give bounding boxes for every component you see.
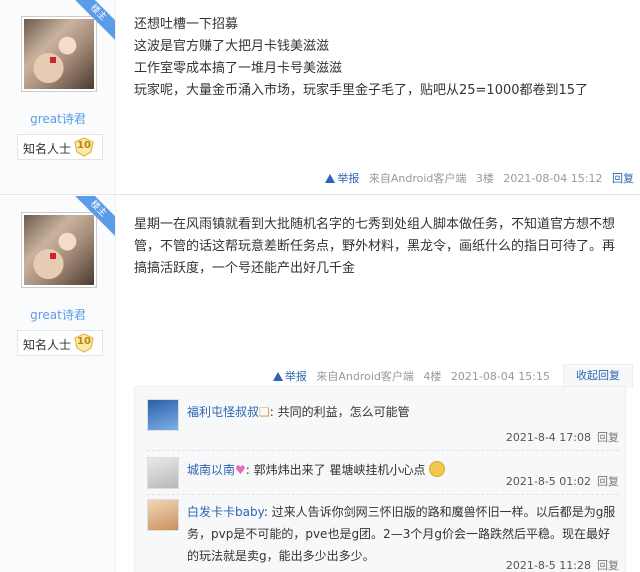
post-tail: 举报 来自Android客户端 4楼 2021-08-04 15:15: [272, 368, 550, 384]
author-sidebar: 楼主 great诗君 知名人士 10: [0, 196, 116, 572]
post-time: 2021-08-04 15:15: [450, 370, 550, 383]
floor-number: 3楼: [475, 172, 494, 185]
reply-meta: 2021-8-5 01:02 回复: [506, 473, 619, 489]
reply-item: 城南以南♥: 郭炜炜出来了 瞿塘峡挂机小心点 2021-8-5 01:02 回复: [147, 457, 619, 495]
report-label: 举报: [337, 172, 360, 185]
reply-time: 2021-8-5 01:02: [505, 475, 591, 488]
heart-icon: ♥: [235, 463, 246, 477]
username-link[interactable]: great诗君: [0, 110, 116, 127]
reply-link[interactable]: 回复: [597, 431, 619, 444]
smile-emoji-icon: [429, 461, 446, 477]
post-line: 工作室零成本搞了一堆月卡号美滋滋: [134, 61, 343, 76]
rank-title: 知名人士: [23, 142, 72, 156]
level-icon: 10: [73, 137, 95, 157]
username-link[interactable]: great诗君: [0, 306, 116, 323]
rank-title: 知名人士: [23, 338, 72, 352]
report-link[interactable]: 举报: [325, 172, 359, 185]
post-time: 2021-08-04 15:12: [503, 172, 603, 185]
reply-meta: 2021-8-5 11:28 回复: [506, 557, 619, 572]
emoji-icon: ❏: [259, 405, 270, 419]
reply-link[interactable]: 回复: [597, 559, 619, 572]
reply-item: 福利屯怪叔叔❏: 共同的利益，怎么可能管 2021-8-4 17:08 回复: [147, 399, 619, 451]
reply-time: 2021-8-5 11:28: [505, 559, 591, 572]
rank-badge[interactable]: 知名人士 10: [17, 134, 103, 160]
reply-link[interactable]: 回复: [597, 475, 619, 488]
warning-icon: [272, 372, 283, 381]
op-badge-label: 楼主: [75, 196, 115, 236]
reply-username[interactable]: 城南以南: [187, 463, 235, 477]
client-source: 来自Android客户端: [368, 172, 467, 185]
report-label: 举报: [284, 370, 307, 383]
reply-avatar[interactable]: [147, 457, 179, 489]
reply-username[interactable]: 白发卡卡baby: [187, 505, 264, 519]
level-icon: 10: [73, 333, 95, 353]
reply-username[interactable]: 福利屯怪叔叔: [187, 405, 259, 419]
author-sidebar: 楼主 great诗君 知名人士 10: [0, 0, 116, 194]
rank-badge[interactable]: 知名人士 10: [17, 330, 103, 356]
op-badge: 楼主: [75, 196, 115, 236]
client-source: 来自Android客户端: [316, 370, 414, 383]
reply-time: 2021-8-4 17:08: [505, 431, 591, 444]
level-number: 10: [77, 140, 91, 151]
floor-number: 4楼: [423, 370, 442, 383]
post-line: 这波是官方赚了大把月卡钱美滋滋: [134, 39, 330, 54]
warning-icon: [325, 174, 336, 183]
reply-item: 白发卡卡baby: 过来人告诉你剑网三怀旧版的路和魔兽怀旧一样。以后都是为g服务…: [147, 499, 619, 572]
reply-body: : 共同的利益，怎么可能管: [269, 405, 410, 419]
reply-link[interactable]: 回复: [612, 172, 634, 185]
reply-avatar[interactable]: [147, 399, 179, 431]
op-badge: 楼主: [75, 0, 115, 40]
reply-meta: 2021-8-4 17:08 回复: [506, 429, 619, 445]
report-link[interactable]: 举报: [272, 370, 307, 383]
op-badge-label: 楼主: [75, 0, 115, 40]
post-line: 还想吐槽一下招募: [134, 17, 239, 32]
post-line: 玩家呢，大量金币涌入市场，玩家手里金子毛了，贴吧从25=1000都卷到15了: [134, 83, 589, 98]
reply-avatar[interactable]: [147, 499, 179, 531]
reply-text: 福利屯怪叔叔❏: 共同的利益，怎么可能管: [187, 401, 619, 423]
post-content: 还想吐槽一下招募 这波是官方赚了大把月卡钱美滋滋 工作室零成本搞了一堆月卡号美滋…: [134, 14, 626, 102]
post-content: 星期一在风雨镇就看到大批随机名字的七秀到处组人脚本做任务，不知道官方想不想管，不…: [134, 217, 616, 276]
reply-list: 福利屯怪叔叔❏: 共同的利益，怎么可能管 2021-8-4 17:08 回复 城南…: [134, 386, 626, 572]
collapse-replies-button[interactable]: 收起回复: [563, 364, 633, 388]
post-floor-3: 楼主 great诗君 知名人士 10 还想吐槽一下招募 这波是官方赚了大把月卡钱…: [0, 0, 640, 195]
reply-body: : 郭炜炜出来了 瞿塘峡挂机小心点: [245, 463, 426, 477]
level-number: 10: [77, 336, 91, 347]
post-tail: 举报 来自Android客户端 3楼 2021-08-04 15:12 回复: [325, 170, 634, 186]
